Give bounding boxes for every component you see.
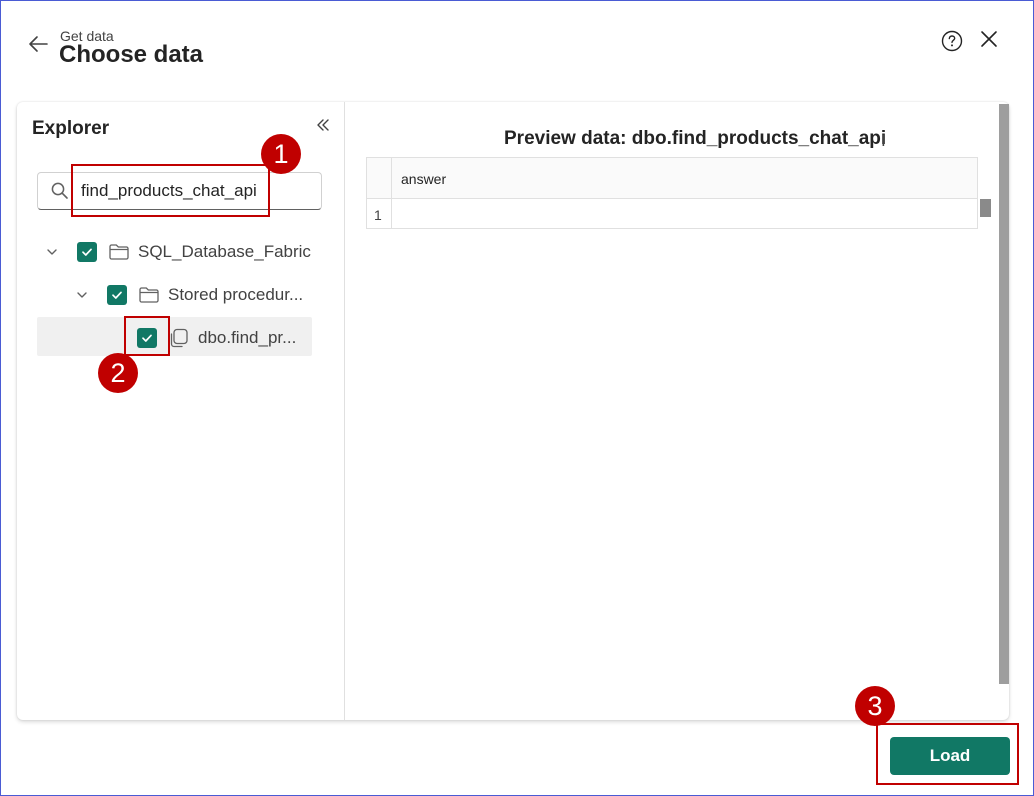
tree-item-procedure-label: dbo.find_pr... <box>198 328 297 347</box>
collapse-explorer-button[interactable] <box>312 114 334 136</box>
column-header-answer[interactable]: answer <box>401 171 446 187</box>
text-cursor-icon: I <box>881 131 886 150</box>
grid-scrollbar-thumb[interactable] <box>980 199 991 217</box>
preview-grid-header <box>367 158 977 199</box>
search-icon <box>50 181 70 201</box>
tree-item-database[interactable]: SQL_Database_Fabric <box>44 242 311 262</box>
tree-item-stored-procedures[interactable]: Stored procedur... <box>74 285 303 305</box>
annotation-badge-1: 1 <box>261 134 301 174</box>
annotation-badge-2: 2 <box>98 353 138 393</box>
stored-procedure-icon <box>168 327 190 349</box>
folder-icon <box>138 285 160 305</box>
arrow-left-icon <box>29 36 48 52</box>
chevron-down-icon[interactable] <box>74 287 90 303</box>
annotation-box-3 <box>876 723 1019 785</box>
tree-item-stored-procedures-label: Stored procedur... <box>168 285 304 304</box>
checkmark-icon <box>82 248 92 256</box>
preview-title: Preview data: dbo.find_products_chat_api <box>504 128 887 149</box>
annotation-badge-3: 3 <box>855 686 895 726</box>
checkmark-icon <box>112 291 122 299</box>
explorer-title: Explorer <box>32 118 110 139</box>
help-icon <box>941 30 963 52</box>
chevron-down-icon[interactable] <box>44 244 60 260</box>
close-button[interactable] <box>976 26 1002 52</box>
row-number: 1 <box>374 207 382 223</box>
tree-item-database-label: SQL_Database_Fabric <box>138 242 311 261</box>
double-chevron-left-icon <box>317 119 329 131</box>
annotation-box-2 <box>124 316 170 356</box>
stored-procedures-checkbox[interactable] <box>107 285 127 305</box>
annotation-box-1 <box>71 164 270 217</box>
back-button[interactable] <box>24 30 52 58</box>
page-title: Choose data <box>59 41 204 68</box>
database-checkbox[interactable] <box>77 242 97 262</box>
preview-scrollbar[interactable] <box>999 104 1009 684</box>
folder-icon <box>108 242 130 262</box>
help-button[interactable] <box>939 28 965 54</box>
close-icon <box>981 31 997 47</box>
panel-divider <box>344 102 345 720</box>
